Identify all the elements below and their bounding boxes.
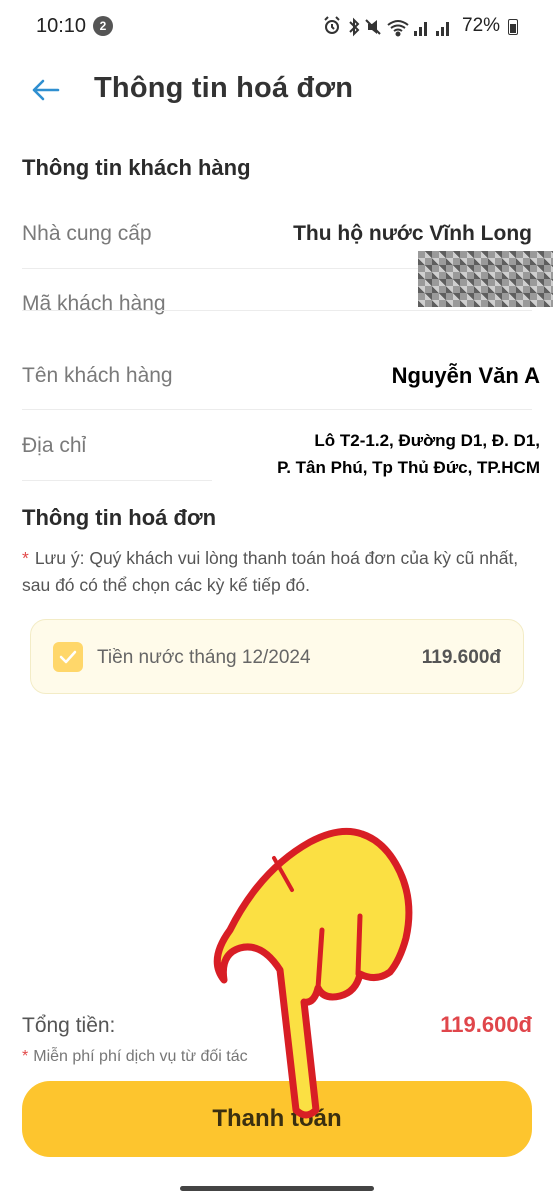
alarm-icon [324, 16, 340, 34]
pay-button[interactable]: Thanh toán [22, 1081, 532, 1157]
pointing-hand-icon [213, 827, 413, 1119]
total-label: Tổng tiền: [22, 1014, 116, 1037]
mute-icon [365, 19, 381, 35]
fee-note-text: Miễn phí phí dịch vụ từ đối tác [33, 1048, 248, 1065]
provider-value: Thu hộ nước Vĩnh Long [293, 222, 532, 245]
customer-name-value: Nguyễn Văn A [391, 363, 540, 388]
divider [22, 310, 532, 311]
signal-icon-2 [436, 22, 449, 36]
customer-id-label: Mã khách hàng [22, 292, 166, 315]
signal-icon-1 [414, 22, 427, 36]
address-value: Lô T2-1.2, Đường D1, Đ. D1, P. Tân Phú, … [277, 427, 540, 481]
battery-percent: 72% [462, 15, 501, 36]
divider [22, 480, 212, 481]
bill-item-checkbox[interactable] [53, 642, 83, 672]
notification-count-badge: 2 [93, 16, 113, 36]
bill-item[interactable]: Tiền nước tháng 12/2024 119.600đ [30, 619, 524, 694]
customer-section-title: Thông tin khách hàng [22, 155, 251, 180]
note-text: Lưu ý: Quý khách vui lòng thanh toán hoá… [22, 548, 519, 595]
check-icon [59, 650, 77, 664]
status-time: 10:10 [36, 15, 87, 37]
fee-note: * Miễn phí phí dịch vụ từ đối tác [22, 1048, 248, 1066]
provider-label: Nhà cung cấp [22, 222, 152, 245]
bluetooth-icon [349, 17, 360, 37]
wifi-icon [387, 20, 409, 37]
arrow-left-icon [32, 79, 60, 101]
divider [22, 409, 532, 410]
address-label: Địa chỉ [22, 434, 87, 457]
address-line-1: Lô T2-1.2, Đường D1, Đ. D1, [314, 431, 540, 450]
battery-icon [508, 19, 518, 35]
note-star: * [22, 548, 29, 568]
status-icons [324, 16, 449, 37]
bill-item-amount: 119.600đ [421, 647, 501, 668]
customer-name-label: Tên khách hàng [22, 364, 173, 387]
payment-note: * Lưu ý: Quý khách vui lòng thanh toán ho… [22, 545, 532, 599]
fee-note-star: * [22, 1048, 29, 1065]
back-button[interactable] [26, 70, 66, 110]
status-bar: 10:10 2 72% [0, 0, 554, 54]
bill-section-title: Thông tin hoá đơn [22, 505, 217, 530]
bill-item-label: Tiền nước tháng 12/2024 [97, 647, 311, 668]
page-title: Thông tin hoá đơn [94, 72, 354, 104]
address-line-2: P. Tân Phú, Tp Thủ Đức, TP.HCM [277, 458, 540, 477]
total-value: 119.600đ [440, 1012, 532, 1037]
app-header: Thông tin hoá đơn [0, 56, 554, 126]
gesture-nav-bar[interactable] [180, 1186, 374, 1191]
customer-id-redacted [418, 251, 553, 307]
